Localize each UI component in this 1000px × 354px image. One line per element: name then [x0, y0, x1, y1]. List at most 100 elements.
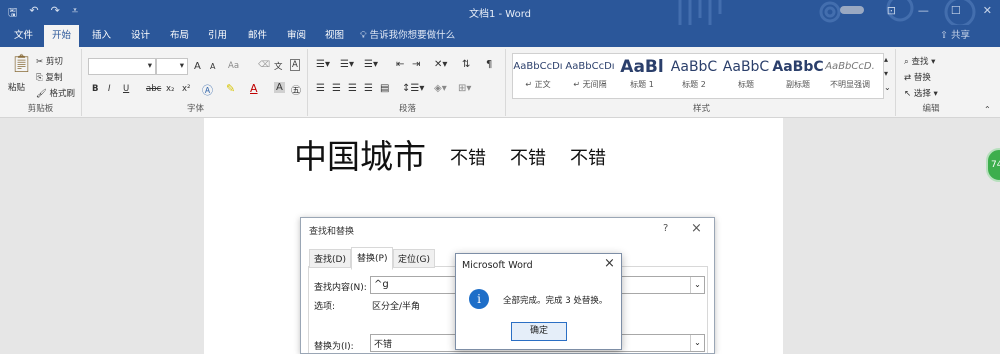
sort-icon[interactable]: ⇅	[462, 59, 470, 70]
tab-home[interactable]: 开始	[44, 25, 80, 47]
style-sample: AaBbCcD.	[825, 61, 875, 72]
subscript-button[interactable]: x₂	[166, 84, 174, 94]
format-painter-button[interactable]: 🖌︎ 格式刷	[36, 87, 75, 99]
bold-button[interactable]: B	[92, 84, 98, 94]
find-button[interactable]: ⌕ 查找 ▾	[904, 55, 935, 67]
grow-font-button[interactable]: A	[194, 61, 201, 72]
tab-goto[interactable]: 定位(G)	[393, 249, 435, 268]
paste-label[interactable]: 粘贴	[8, 81, 25, 93]
superscript-button[interactable]: x²	[182, 84, 190, 94]
tab-view[interactable]: 视图	[317, 25, 352, 47]
share-button[interactable]: ⇪ 共享	[940, 25, 970, 47]
char-shading-icon[interactable]: A	[274, 82, 285, 93]
tab-review[interactable]: 审阅	[279, 25, 314, 47]
style-heading-1[interactable]: AaBl 标题 1	[616, 55, 668, 97]
align-center-icon[interactable]: ☰	[332, 83, 341, 94]
maximize-icon[interactable]: ☐	[951, 4, 961, 17]
message-box-close-button[interactable]: ×	[604, 256, 615, 271]
tab-file[interactable]: 文件	[6, 25, 41, 47]
copy-button[interactable]: ⎘ 复制	[36, 71, 63, 83]
increase-indent-icon[interactable]: ⇥	[412, 59, 420, 70]
paste-icon[interactable]: 📋︎	[10, 53, 33, 74]
text-effects-icon[interactable]: Ⓐ	[202, 82, 213, 98]
highlight-icon[interactable]: ✎	[226, 82, 235, 95]
style-subtle-emphasis[interactable]: AaBbCcD. 不明显强调	[824, 55, 876, 97]
style-heading-2[interactable]: AaBbC 标题 2	[668, 55, 720, 97]
tab-mailings[interactable]: 邮件	[240, 25, 275, 47]
tab-references[interactable]: 引用	[200, 25, 235, 47]
collapse-ribbon-icon[interactable]: ⌃	[984, 105, 991, 114]
find-what-value: ^g	[374, 279, 389, 290]
font-name-dropdown-icon[interactable]: ▾	[148, 61, 152, 71]
dialog-close-button[interactable]: ×	[691, 221, 702, 236]
styles-more-icon[interactable]: ⌄	[884, 83, 891, 92]
ok-button[interactable]: 确定	[511, 322, 567, 341]
strikethrough-button[interactable]: abc	[146, 84, 161, 94]
multilevel-list-icon[interactable]: ☰▾	[364, 59, 378, 70]
minimize-icon[interactable]: —	[918, 4, 929, 17]
change-case-button[interactable]: Aa	[228, 61, 239, 71]
underline-button[interactable]: U	[123, 84, 129, 94]
document-word: 不错	[570, 148, 606, 169]
tell-me-text: 告诉我你想要做什么	[369, 30, 456, 41]
tab-find[interactable]: 查找(D)	[309, 249, 351, 268]
distribute-icon[interactable]: ▤	[380, 83, 389, 94]
document-heading: 中国城市	[294, 137, 426, 176]
restore-ribbon-icon[interactable]: ⊡	[887, 4, 896, 17]
find-history-dropdown-icon[interactable]: ⌄	[690, 277, 704, 293]
options-value: 区分全/半角	[372, 302, 421, 312]
phonetic-guide-icon[interactable]: 文	[274, 60, 283, 72]
style-title[interactable]: AaBbC 标题	[720, 55, 772, 97]
close-icon[interactable]: ✕	[983, 4, 992, 17]
style-no-spacing[interactable]: AaBbCcDı ↵ 无间隔	[564, 55, 616, 97]
bullets-icon[interactable]: ☰▾	[316, 59, 330, 70]
styles-group: AaBbCcDı ↵ 正文 AaBbCcDı ↵ 无间隔 AaBl 标题 1 AaBb…	[508, 49, 896, 116]
justify-icon[interactable]: ☰	[364, 83, 373, 94]
char-border-icon[interactable]: A	[290, 59, 300, 71]
clipboard-group-label: 剪贴板	[27, 104, 54, 114]
tab-layout[interactable]: 布局	[162, 25, 197, 47]
style-normal[interactable]: AaBbCcDı ↵ 正文	[512, 55, 564, 97]
enclose-char-icon[interactable]: ㊄	[291, 82, 301, 97]
font-size-box[interactable]: ▾	[156, 58, 188, 75]
clear-format-icon[interactable]: ⌫	[258, 60, 270, 70]
style-name: 标题 1	[630, 80, 654, 89]
message-text: 全部完成。完成 3 处替换。	[503, 296, 608, 306]
asian-layout-icon[interactable]: ✕▾	[434, 59, 447, 70]
tab-design[interactable]: 设计	[123, 25, 158, 47]
line-spacing-icon[interactable]: ↕☰▾	[402, 83, 424, 94]
tab-replace[interactable]: 替换(P)	[351, 247, 394, 270]
styles-group-label: 样式	[692, 104, 710, 114]
replace-button[interactable]: ⇄ 替换	[904, 71, 931, 83]
style-subtitle[interactable]: AaBbC 副标题	[772, 55, 824, 97]
shrink-font-button[interactable]: A	[210, 62, 215, 71]
borders-icon[interactable]: ⊞▾	[458, 83, 471, 94]
tab-insert[interactable]: 插入	[84, 25, 119, 47]
clipboard-group: 📋︎ 粘贴 ✂ 剪切 ⎘ 复制 🖌︎ 格式刷 剪贴板	[0, 49, 82, 116]
replace-icon: ⇄	[904, 73, 914, 83]
side-badge[interactable]: 74	[986, 148, 1000, 182]
italic-button[interactable]: I	[108, 84, 111, 94]
replace-history-dropdown-icon[interactable]: ⌄	[690, 335, 704, 351]
show-marks-icon[interactable]: ¶	[486, 59, 492, 70]
cut-button[interactable]: ✂ 剪切	[36, 55, 63, 67]
font-name-box[interactable]: ▾	[88, 58, 156, 75]
align-right-icon[interactable]: ☰	[348, 83, 357, 94]
tell-me-box[interactable]: 💡︎ 告诉我你想要做什么	[360, 25, 455, 47]
align-left-icon[interactable]: ☰	[316, 83, 325, 94]
numbering-icon[interactable]: ☰▾	[340, 59, 354, 70]
copy-icon: ⎘	[36, 73, 46, 83]
shading-icon[interactable]: ◈▾	[434, 83, 447, 94]
find-what-label: 查找内容(N):	[314, 283, 367, 293]
font-size-dropdown-icon[interactable]: ▾	[180, 61, 184, 71]
font-color-icon[interactable]: A	[250, 82, 258, 95]
styles-scroll-up-icon[interactable]: ▴	[884, 55, 888, 64]
select-button[interactable]: ↖ 选择 ▾	[904, 87, 938, 99]
decrease-indent-icon[interactable]: ⇤	[396, 59, 404, 70]
paragraph-group-label: 段落	[398, 104, 416, 114]
styles-scroll-down-icon[interactable]: ▾	[884, 69, 888, 78]
help-button[interactable]: ?	[663, 223, 668, 234]
info-icon: i	[469, 289, 489, 309]
message-box: Microsoft Word × i 全部完成。完成 3 处替换。 确定	[455, 253, 622, 350]
options-label: 选项:	[314, 302, 336, 312]
